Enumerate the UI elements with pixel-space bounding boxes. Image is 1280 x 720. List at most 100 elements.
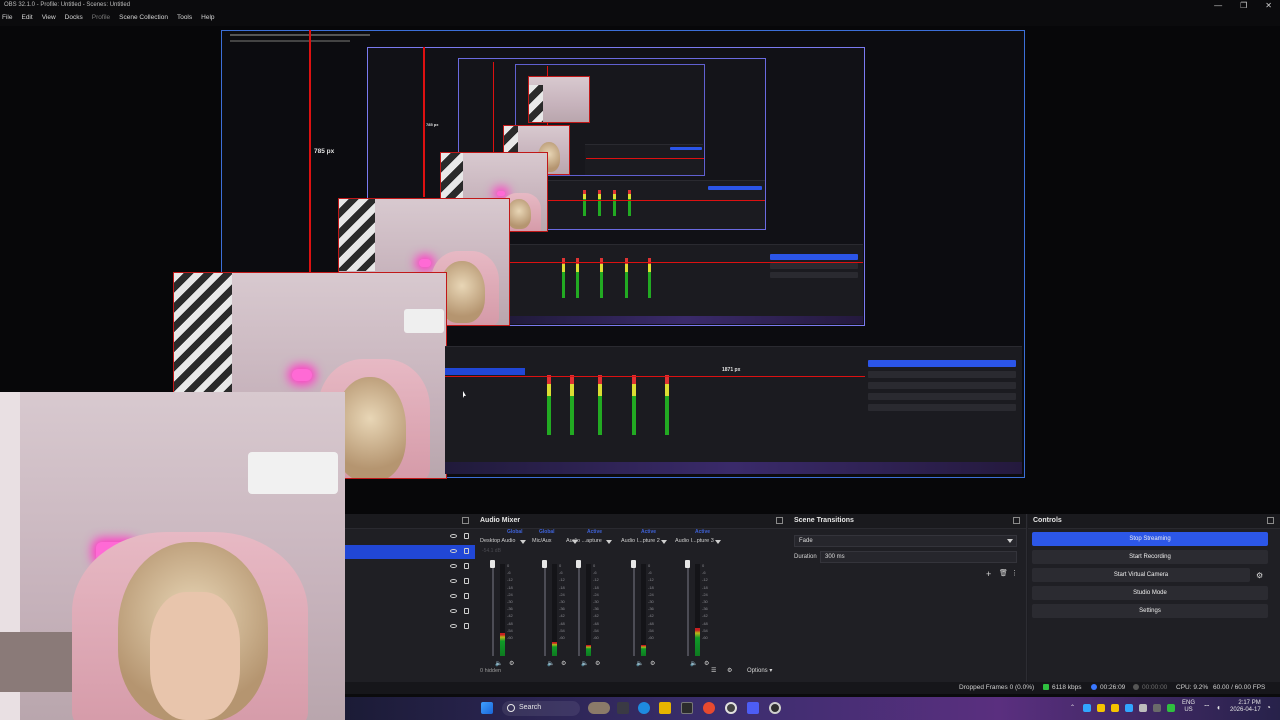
eye-icon[interactable]: [450, 579, 457, 583]
tray-app-icon[interactable]: [1153, 704, 1161, 712]
eye-icon[interactable]: [450, 534, 457, 538]
source-row[interactable]: [345, 590, 475, 604]
float-dock-icon[interactable]: [1267, 517, 1274, 524]
mixer-tab-active[interactable]: Active: [587, 529, 602, 535]
eye-icon[interactable]: [450, 624, 457, 628]
lock-icon[interactable]: [464, 623, 469, 629]
duration-input[interactable]: 300 ms: [820, 551, 1017, 563]
mixer-tab-global-2[interactable]: Global: [539, 529, 555, 535]
settings-button[interactable]: Settings: [1032, 604, 1268, 618]
menu-view[interactable]: View: [42, 12, 56, 24]
tray-app-icon[interactable]: [1167, 704, 1175, 712]
channel-menu-chevron-icon[interactable]: [715, 540, 721, 544]
mute-icon[interactable]: 🔈: [495, 660, 502, 667]
channel-menu-chevron-icon[interactable]: [606, 540, 612, 544]
mixer-tab-active-2[interactable]: Active: [641, 529, 656, 535]
studio-mode-button[interactable]: Studio Mode: [1032, 586, 1268, 600]
virtual-camera-settings-icon[interactable]: ⚙: [1256, 571, 1263, 580]
menu-docks[interactable]: Docks: [65, 12, 83, 24]
volume-fader-knob[interactable]: [576, 560, 581, 568]
minimize-button[interactable]: —: [1214, 1, 1222, 10]
mixer-settings-icon[interactable]: ⚙: [727, 667, 732, 674]
mute-icon[interactable]: 🔈: [636, 660, 643, 667]
tray-app-icon[interactable]: [1111, 704, 1119, 712]
mixer-list-icon[interactable]: ☰: [711, 667, 716, 674]
github-icon[interactable]: [769, 702, 781, 714]
mixer-tab-active-3[interactable]: Active: [695, 529, 710, 535]
widgets-icon[interactable]: [588, 702, 610, 714]
tray-overflow-icon[interactable]: ⌃: [1070, 704, 1075, 711]
app-icon[interactable]: [747, 702, 759, 714]
task-view-icon[interactable]: [617, 702, 629, 714]
start-recording-button[interactable]: Start Recording: [1032, 550, 1268, 564]
source-row-selected[interactable]: [345, 545, 475, 559]
menu-help[interactable]: Help: [201, 12, 214, 24]
mixer-options-button[interactable]: Options ▾: [747, 667, 772, 674]
volume-fader-track[interactable]: [492, 564, 494, 656]
volume-fader-track[interactable]: [687, 564, 689, 656]
lock-icon[interactable]: [464, 548, 469, 554]
menu-scene-collection[interactable]: Scene Collection: [119, 12, 168, 24]
channel-menu-chevron-icon[interactable]: [520, 540, 526, 544]
tray-app-icon[interactable]: [1097, 704, 1105, 712]
source-row[interactable]: [345, 530, 475, 544]
menu-profile[interactable]: Profile: [92, 12, 110, 24]
mixer-tab-global[interactable]: Global: [507, 529, 523, 535]
file-explorer-icon[interactable]: [659, 702, 671, 714]
eye-icon[interactable]: [450, 549, 457, 553]
close-button[interactable]: ✕: [1265, 1, 1272, 10]
float-dock-icon[interactable]: [776, 517, 783, 524]
channel-settings-icon[interactable]: ⚙: [704, 660, 709, 667]
notifications-icon[interactable]: ◔: [1266, 703, 1271, 712]
more-icon[interactable]: ⋮: [1011, 569, 1018, 577]
add-transition-icon[interactable]: +: [986, 569, 991, 579]
stop-streaming-button[interactable]: Stop Streaming: [1032, 532, 1268, 546]
maximize-button[interactable]: ❐: [1240, 1, 1247, 10]
mute-icon[interactable]: 🔈: [547, 660, 554, 667]
lock-icon[interactable]: [464, 533, 469, 539]
volume-fader-track[interactable]: [633, 564, 635, 656]
volume-fader-knob[interactable]: [542, 560, 547, 568]
wifi-icon[interactable]: ⌔: [1203, 703, 1211, 713]
tray-app-icon[interactable]: [1139, 704, 1147, 712]
channel-settings-icon[interactable]: ⚙: [561, 660, 566, 667]
eye-icon[interactable]: [450, 609, 457, 613]
eye-icon[interactable]: [450, 564, 457, 568]
float-dock-icon[interactable]: [1013, 517, 1020, 524]
menu-tools[interactable]: Tools: [177, 12, 192, 24]
source-row[interactable]: [345, 605, 475, 619]
volume-icon[interactable]: ◖: [1216, 703, 1221, 712]
source-row[interactable]: [345, 560, 475, 574]
channel-settings-icon[interactable]: ⚙: [595, 660, 600, 667]
mute-icon[interactable]: 🔈: [581, 660, 588, 667]
lock-icon[interactable]: [464, 608, 469, 614]
float-dock-icon[interactable]: [462, 517, 469, 524]
tray-app-icon[interactable]: [1083, 704, 1091, 712]
volume-fader-track[interactable]: [578, 564, 580, 656]
edge-icon[interactable]: [638, 702, 650, 714]
tray-app-icon[interactable]: [1125, 704, 1133, 712]
eye-icon[interactable]: [450, 594, 457, 598]
lock-icon[interactable]: [464, 578, 469, 584]
volume-fader-knob[interactable]: [685, 560, 690, 568]
source-row[interactable]: [345, 575, 475, 589]
input-language[interactable]: ENG US: [1182, 700, 1195, 714]
channel-menu-chevron-icon[interactable]: [661, 540, 667, 544]
start-icon[interactable]: [481, 702, 493, 714]
menu-edit[interactable]: Edit: [21, 12, 32, 24]
channel-settings-icon[interactable]: ⚙: [509, 660, 514, 667]
clock[interactable]: 2:17 PM 2026-04-17: [1230, 700, 1261, 714]
volume-fader-knob[interactable]: [631, 560, 636, 568]
trash-icon[interactable]: 🗑: [999, 569, 1008, 577]
obs-icon[interactable]: [725, 702, 737, 714]
source-row[interactable]: [345, 620, 475, 634]
menu-file[interactable]: File: [2, 12, 12, 24]
start-virtual-camera-button[interactable]: Start Virtual Camera: [1032, 568, 1250, 582]
firefox-icon[interactable]: [703, 702, 715, 714]
transition-select[interactable]: Fade: [794, 535, 1017, 547]
volume-fader-knob[interactable]: [490, 560, 495, 568]
lock-icon[interactable]: [464, 593, 469, 599]
channel-settings-icon[interactable]: ⚙: [650, 660, 655, 667]
lock-icon[interactable]: [464, 563, 469, 569]
store-icon[interactable]: [681, 702, 693, 714]
